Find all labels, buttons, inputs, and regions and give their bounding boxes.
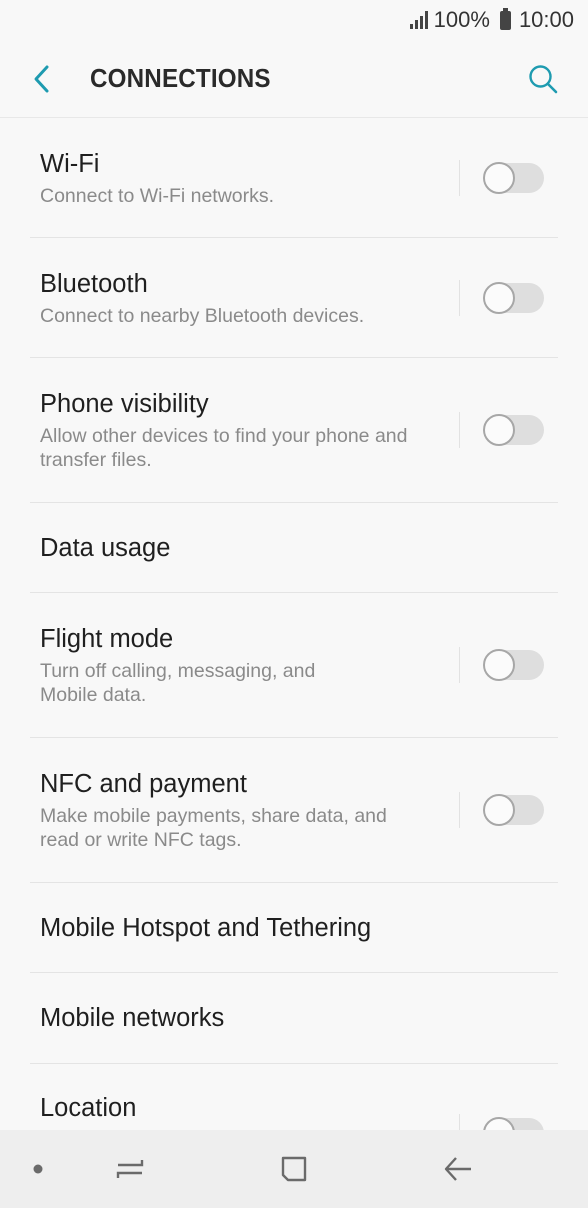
item-subtitle: Connect to Wi-Fi networks. — [40, 184, 275, 207]
toggle-knob — [483, 161, 515, 194]
divider — [459, 412, 460, 448]
item-title: Data usage — [40, 533, 171, 562]
list-item-flight-mode[interactable]: Flight mode Turn off calling, messaging,… — [30, 593, 558, 738]
divider — [459, 792, 460, 828]
dot-icon — [33, 1164, 43, 1174]
app-bar: CONNECTIONS — [0, 40, 588, 118]
list-item-wifi[interactable]: Wi-Fi Connect to Wi-Fi networks. — [30, 118, 558, 238]
status-bar: 100% 10:00 — [0, 0, 588, 40]
bluetooth-toggle[interactable] — [483, 281, 544, 314]
list-item-bluetooth[interactable]: Bluetooth Connect to nearby Bluetooth de… — [30, 238, 558, 358]
item-title: Mobile networks — [40, 1004, 225, 1032]
toggle-knob — [483, 794, 515, 826]
list-item-nfc-payment[interactable]: NFC and payment Make mobile payments, sh… — [30, 738, 558, 883]
home-icon — [281, 1156, 307, 1182]
search-icon — [529, 64, 558, 93]
settings-list: Wi-Fi Connect to Wi-Fi networks. Bluetoo… — [0, 118, 588, 1184]
item-subtitle: Allow other devices to find your phone a… — [40, 425, 408, 471]
page-title: CONNECTIONS — [90, 63, 271, 93]
navigation-bar — [0, 1130, 588, 1208]
item-title: Bluetooth — [40, 269, 148, 298]
item-title: Flight mode — [40, 625, 174, 653]
item-title: Wi-Fi — [40, 149, 100, 178]
home-button[interactable] — [274, 1152, 314, 1186]
list-item-data-usage[interactable]: Data usage — [30, 503, 558, 593]
item-subtitle: Connect to nearby Bluetooth devices. — [40, 304, 365, 327]
search-button[interactable] — [498, 40, 588, 118]
divider — [459, 159, 460, 196]
battery-percentage: 100% — [433, 7, 490, 32]
phone-visibility-toggle[interactable] — [483, 414, 544, 446]
item-subtitle: Turn off calling, messaging, and Mobile … — [40, 660, 316, 706]
back-arrow-icon — [444, 1157, 471, 1181]
divider — [459, 647, 460, 683]
toggle-knob — [483, 414, 515, 446]
signal-icon — [409, 11, 428, 29]
divider — [459, 279, 460, 316]
chevron-left-icon — [34, 65, 49, 92]
list-item-hotspot-tethering[interactable]: Mobile Hotspot and Tethering — [30, 883, 558, 973]
list-item-phone-visibility[interactable]: Phone visibility Allow other devices to … — [30, 358, 558, 503]
list-item-mobile-networks[interactable]: Mobile networks — [30, 973, 558, 1064]
recent-apps-button[interactable] — [110, 1152, 150, 1186]
flight-mode-toggle[interactable] — [483, 649, 544, 681]
item-title: Phone visibility — [40, 390, 209, 418]
item-subtitle: Make mobile payments, share data, and re… — [40, 805, 387, 851]
toggle-knob — [483, 281, 515, 314]
item-title: Mobile Hotspot and Tethering — [40, 913, 372, 942]
recent-apps-icon — [116, 1160, 144, 1178]
toggle-knob — [483, 649, 515, 681]
back-button[interactable] — [0, 40, 90, 118]
item-title: Location — [40, 1094, 137, 1122]
item-title: NFC and payment — [40, 770, 247, 798]
wifi-toggle[interactable] — [483, 161, 544, 194]
back-nav-button[interactable] — [438, 1152, 478, 1186]
battery-icon — [499, 7, 511, 30]
nav-dot-button[interactable] — [28, 1163, 48, 1175]
clock: 10:00 — [518, 7, 574, 32]
nfc-toggle[interactable] — [483, 794, 544, 826]
